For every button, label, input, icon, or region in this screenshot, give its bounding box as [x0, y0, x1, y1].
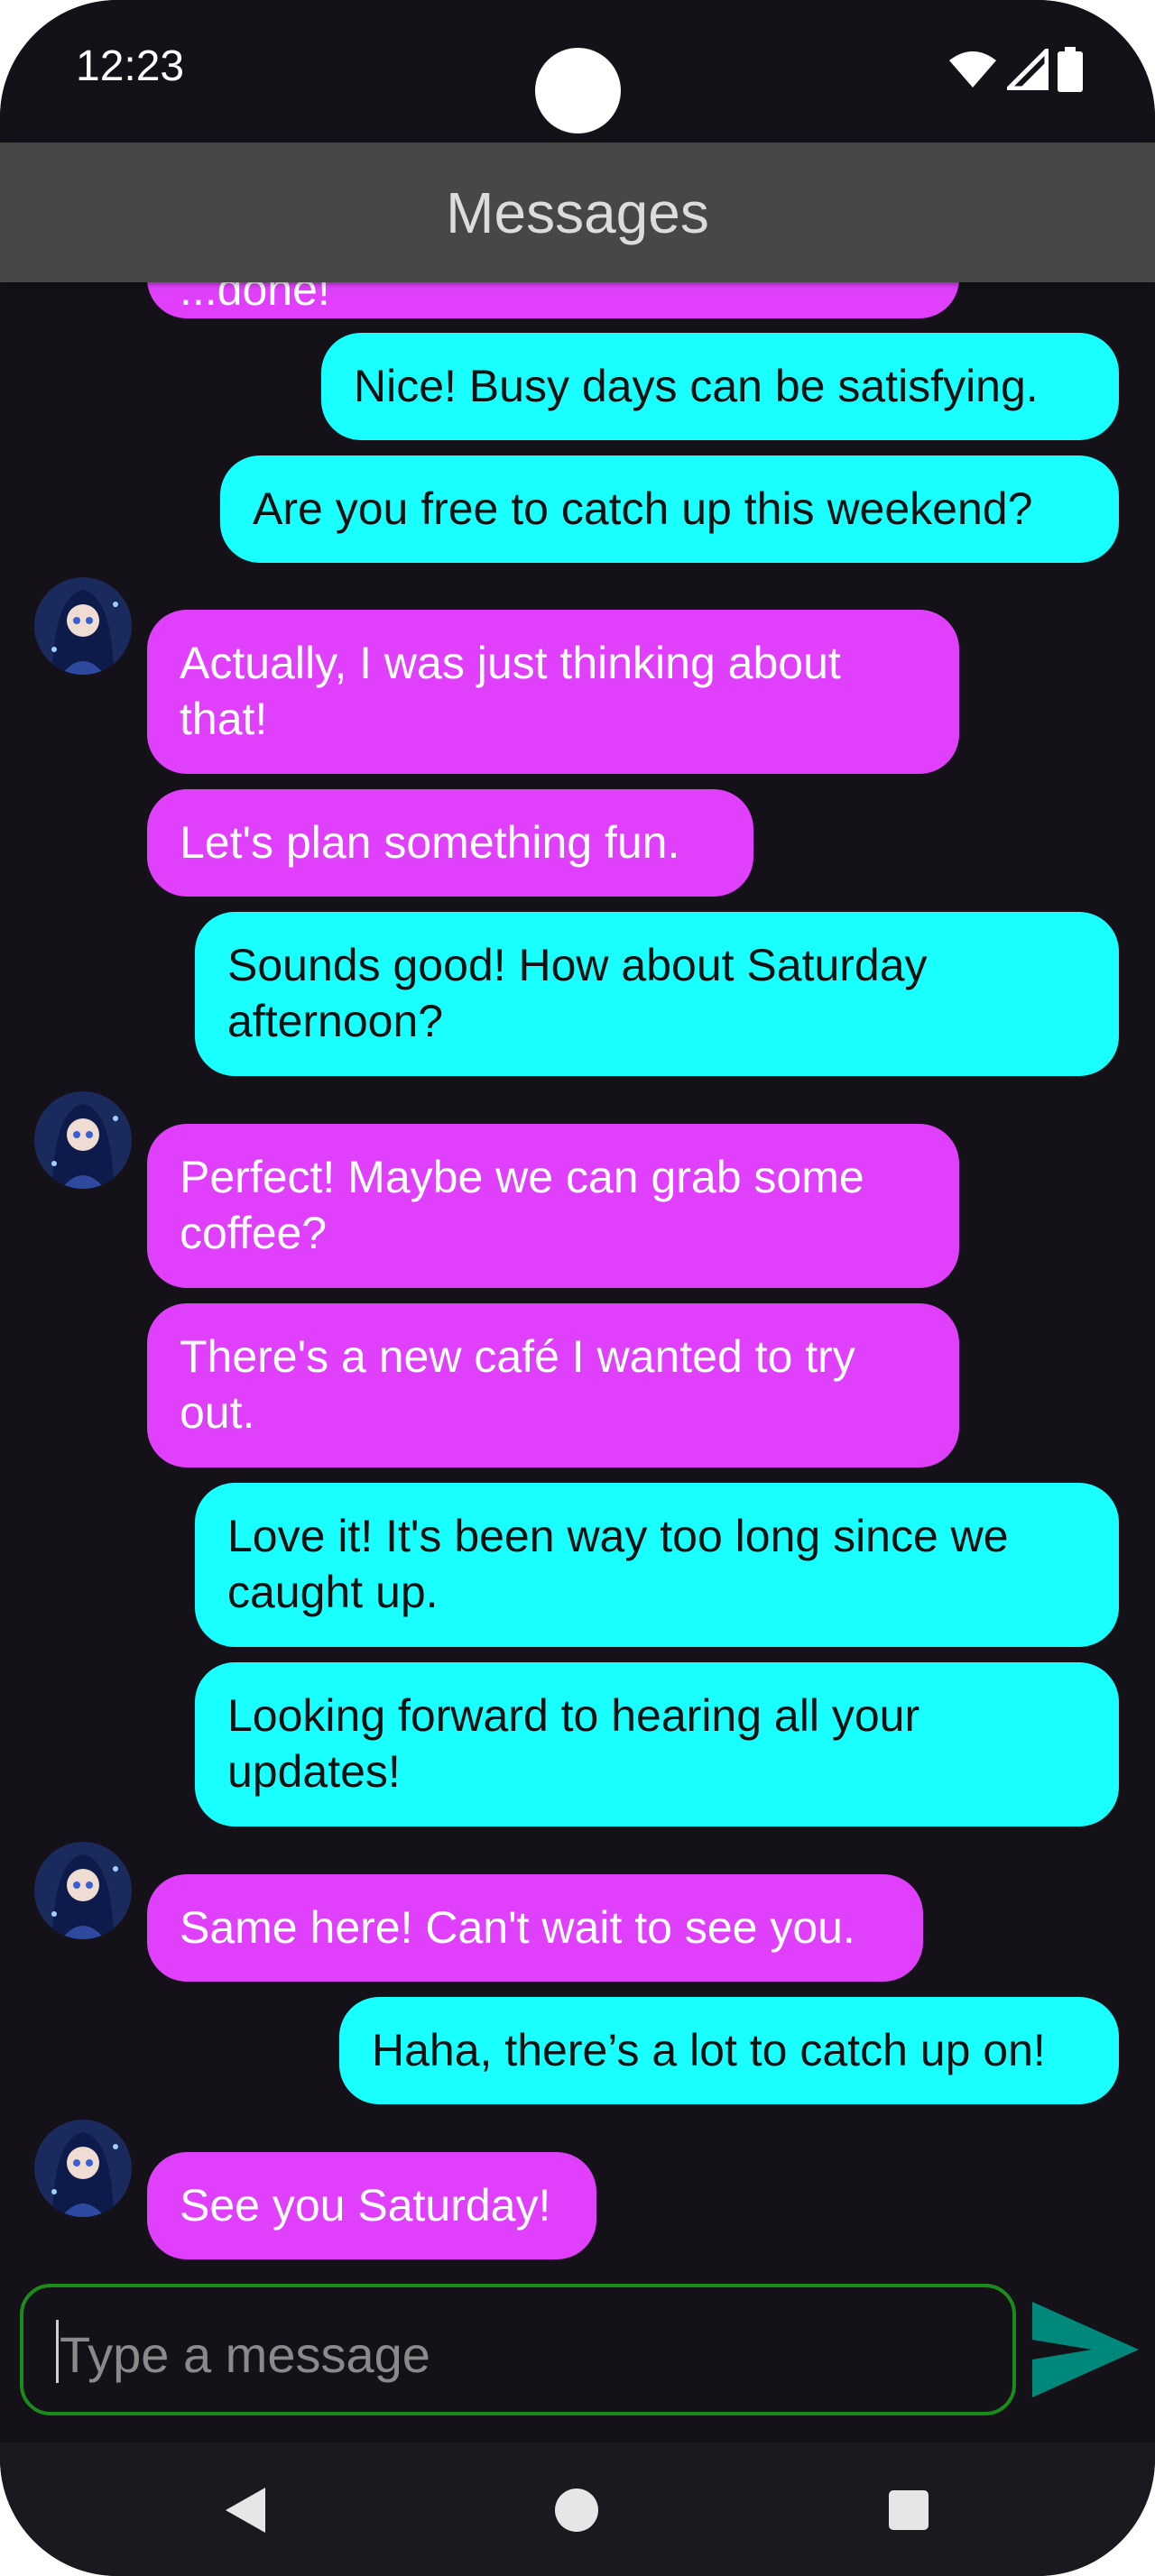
message-input-box[interactable] — [20, 2284, 1016, 2415]
message-bubble-incoming: Actually, I was just thinking about that… — [147, 610, 959, 774]
message-text: Actually, I was just thinking about that… — [180, 638, 841, 744]
message-text: Perfect! Maybe we can grab some coffee? — [180, 1152, 864, 1258]
message-list[interactable]: ...done! Nice! Busy days can be satisfyi… — [0, 282, 1155, 2262]
navigation-bar — [0, 2443, 1155, 2576]
message-bubble-incoming: Same here! Can't wait to see you. — [147, 1874, 923, 1982]
send-icon[interactable] — [1029, 2298, 1142, 2401]
message-text: Are you free to catch up this weekend? — [253, 483, 1033, 534]
phone-screen: 12:23 Messages ...done! Nice! Busy days … — [0, 0, 1155, 2576]
contact-avatar[interactable] — [34, 1842, 132, 1939]
message-input[interactable] — [58, 2313, 1000, 2396]
message-bubble-incoming: There's a new café I wanted to try out. — [147, 1303, 959, 1467]
message-bubble-incoming: Perfect! Maybe we can grab some coffee? — [147, 1124, 959, 1288]
home-icon[interactable] — [545, 2479, 608, 2542]
message-text: Love it! It's been way too long since we… — [227, 1511, 1009, 1617]
status-bar: 12:23 — [0, 0, 1155, 143]
message-text: Sounds good! How about Saturday afternoo… — [227, 940, 928, 1046]
page-title: Messages — [446, 179, 709, 245]
status-time: 12:23 — [76, 42, 185, 90]
message-bubble-incoming: See you Saturday! — [147, 2152, 596, 2259]
contact-avatar[interactable] — [34, 1091, 132, 1189]
message-text: Same here! Can't wait to see you. — [180, 1902, 855, 1953]
message-text: Haha, there’s a lot to catch up on! — [372, 2025, 1046, 2075]
message-text: There's a new café I wanted to try out. — [180, 1331, 855, 1438]
message-bubble-incoming: Let's plan something fun. — [147, 789, 753, 897]
back-icon[interactable] — [213, 2479, 276, 2542]
message-bubble-outgoing: Are you free to catch up this weekend? — [220, 455, 1119, 563]
message-bubble-outgoing: Haha, there’s a lot to catch up on! — [339, 1997, 1119, 2104]
signal-icon — [1007, 49, 1049, 90]
message-bubble-outgoing: Sounds good! How about Saturday afternoo… — [195, 912, 1119, 1076]
message-text: Nice! Busy days can be satisfying. — [354, 361, 1039, 411]
message-composer — [0, 2262, 1155, 2443]
message-bubble-outgoing: Looking forward to hearing all your upda… — [195, 1662, 1119, 1826]
message-text: Looking forward to hearing all your upda… — [227, 1690, 920, 1797]
message-text: Let's plan something fun. — [180, 817, 680, 868]
wifi-icon — [949, 51, 996, 87]
contact-avatar[interactable] — [34, 577, 132, 675]
message-bubble-outgoing: Love it! It's been way too long since we… — [195, 1483, 1119, 1647]
message-text: See you Saturday! — [180, 2180, 551, 2231]
message-text: ...done! — [180, 282, 330, 315]
camera-cutout — [535, 48, 621, 133]
recents-icon[interactable] — [877, 2479, 940, 2542]
message-bubble-outgoing: Nice! Busy days can be satisfying. — [321, 333, 1119, 440]
message-bubble-incoming: ...done! — [147, 282, 959, 318]
battery-icon — [1058, 47, 1083, 92]
contact-avatar[interactable] — [34, 2120, 132, 2217]
system-icons — [947, 47, 1083, 92]
app-bar: Messages — [0, 143, 1155, 282]
